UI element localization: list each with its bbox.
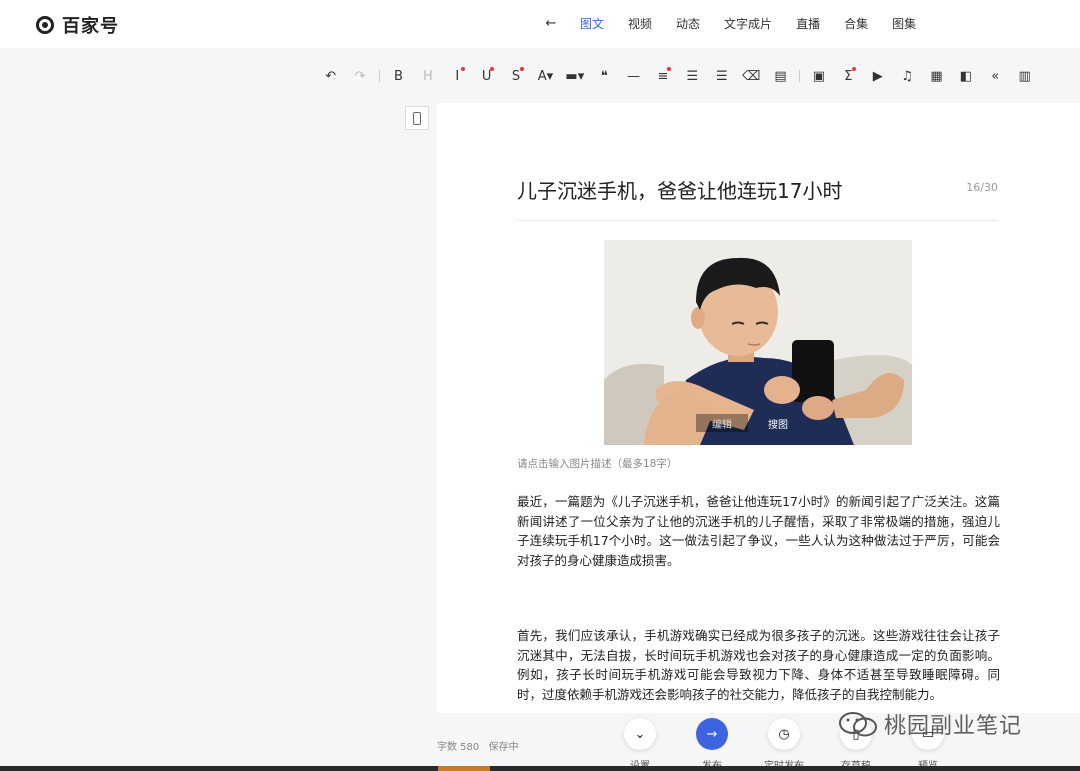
paragraph-1[interactable]: 最近，一篇题为《儿子沉迷手机，爸爸让他连玩17小时》的新闻引起了广泛关注。这篇新… bbox=[517, 492, 1000, 570]
table-icon: ▦ bbox=[930, 68, 943, 84]
quote-icon: ❝ bbox=[600, 68, 608, 84]
tab-video[interactable]: 视频 bbox=[628, 15, 652, 32]
eraser-icon: ⌫ bbox=[741, 68, 761, 84]
toolbar-heading-button[interactable]: H bbox=[413, 64, 442, 88]
toolbar-eraser-button[interactable]: ⌫ bbox=[736, 64, 765, 88]
indicator-dot bbox=[666, 67, 671, 71]
top-bar: 百家号 ← 图文 视频 动态 文字成片 直播 合集 图集 bbox=[0, 0, 1080, 48]
bullet-list-icon: ☰ bbox=[715, 68, 728, 84]
tab-dynamic[interactable]: 动态 bbox=[676, 15, 700, 32]
toolbar-strikethrough-button[interactable]: S bbox=[501, 64, 530, 88]
indicator-dot bbox=[460, 67, 465, 71]
title-char-count: 16/30 bbox=[966, 181, 998, 194]
publish-icon: → bbox=[696, 718, 728, 750]
toolbar-video-button[interactable]: ▶ bbox=[863, 64, 892, 88]
schedule-icon: ◷ bbox=[768, 718, 800, 750]
bold-icon: B bbox=[394, 68, 403, 84]
align-icon: ≡ bbox=[657, 68, 669, 84]
schedule-button[interactable]: ◷定时发布 bbox=[748, 718, 820, 771]
heading-icon: H bbox=[422, 68, 433, 84]
toolbar-italic-button[interactable]: I bbox=[443, 64, 472, 88]
taskbar-active-segment bbox=[438, 766, 490, 771]
phone-icon bbox=[413, 111, 421, 125]
formula-icon: Σ bbox=[844, 68, 853, 84]
toolbar-highlight-button[interactable]: ▬▾ bbox=[560, 64, 589, 88]
toolbar-audio-button[interactable]: ♫ bbox=[892, 64, 921, 88]
settings-button[interactable]: ⌄设置 bbox=[604, 718, 676, 771]
toolbar-code-button[interactable]: « bbox=[981, 64, 1010, 88]
taskbar-strip bbox=[0, 766, 1080, 771]
toolbar-divider bbox=[799, 70, 801, 82]
settings-icon: ⌄ bbox=[624, 718, 656, 750]
article-title[interactable]: 儿子沉迷手机，爸爸让他连玩17小时 bbox=[517, 175, 998, 204]
tab-live[interactable]: 直播 bbox=[796, 15, 820, 32]
toolbar-table-button[interactable]: ▦ bbox=[922, 64, 951, 88]
audio-icon: ♫ bbox=[901, 68, 913, 84]
tab-collection[interactable]: 合集 bbox=[844, 15, 868, 32]
tab-text-to-video[interactable]: 文字成片 bbox=[724, 15, 772, 32]
publish-button[interactable]: →发布 bbox=[676, 718, 748, 771]
redo-icon: ↷ bbox=[354, 68, 366, 84]
word-count-status: 字数 580 保存中 bbox=[437, 738, 518, 753]
toolbar-align-button[interactable]: ≡ bbox=[648, 64, 677, 88]
toolbar-undo-button[interactable]: ↶ bbox=[316, 64, 345, 88]
toolbar-image-button[interactable]: ▣ bbox=[804, 64, 833, 88]
toolbar-font-color-button[interactable]: A▾ bbox=[531, 64, 560, 88]
toolbar-underline-button[interactable]: U bbox=[472, 64, 501, 88]
watermark: 桃园副业笔记 bbox=[838, 708, 1022, 740]
edit-image-button[interactable]: 编辑 bbox=[696, 414, 748, 432]
tab-gallery[interactable]: 图集 bbox=[892, 15, 916, 32]
format-painter-icon: ▤ bbox=[774, 68, 787, 84]
tab-article[interactable]: 图文 bbox=[580, 15, 604, 32]
mobile-preview-button[interactable] bbox=[405, 106, 429, 130]
title-field[interactable]: 儿子沉迷手机，爸爸让他连玩17小时 16/30 bbox=[517, 175, 998, 221]
card-icon: ◧ bbox=[959, 68, 973, 84]
indicator-dot bbox=[519, 67, 524, 71]
horizontal-rule-icon: — bbox=[627, 68, 641, 84]
word-count: 字数 580 bbox=[437, 742, 480, 753]
toolbar-format-painter-button[interactable]: ▤ bbox=[766, 64, 795, 88]
brand-name: 百家号 bbox=[62, 16, 119, 37]
undo-icon: ↶ bbox=[325, 68, 337, 84]
toolbar-card-button[interactable]: ◧ bbox=[951, 64, 980, 88]
indicator-dot bbox=[852, 67, 857, 71]
watermark-text: 桃园副业笔记 bbox=[884, 714, 1023, 739]
toolbar-redo-button[interactable]: ↷ bbox=[345, 64, 374, 88]
toolbar-divider bbox=[378, 70, 380, 82]
toolbar-ordered-list-button[interactable]: ☰ bbox=[678, 64, 707, 88]
paragraph-2[interactable]: 首先，我们应该承认，手机游戏确实已经成为很多孩子的沉迷。这些游戏往往会让孩子沉迷… bbox=[517, 626, 1000, 704]
video-icon: ▶ bbox=[872, 68, 883, 84]
editor-toolbar: ↶ ↷ B H I U S A▾ ▬▾ ❝ — ≡ ☰ ☰ ⌫ ▤ ▣ Σ ▶ ♫ ▦ ◧ « ▥ bbox=[316, 64, 1039, 88]
toolbar-quote-button[interactable]: ❝ bbox=[590, 64, 619, 88]
toolbar-formula-button[interactable]: Σ bbox=[834, 64, 863, 88]
content-type-nav: ← 图文 视频 动态 文字成片 直播 合集 图集 bbox=[538, 15, 940, 32]
back-arrow-icon[interactable]: ← bbox=[538, 16, 564, 31]
toolbar-horizontal-rule-button[interactable]: — bbox=[619, 64, 648, 88]
toolbar-chart-button[interactable]: ▥ bbox=[1010, 64, 1039, 88]
ordered-list-icon: ☰ bbox=[686, 68, 699, 84]
image-caption-input[interactable]: 请点击输入图片描述（最多18字） bbox=[517, 456, 677, 471]
search-image-button[interactable]: 搜图 bbox=[758, 414, 798, 432]
toolbar-bullet-list-button[interactable]: ☰ bbox=[707, 64, 736, 88]
editor-canvas: 儿子沉迷手机，爸爸让他连玩17小时 16/30 编辑 搜图 请点击输入图片描述（… bbox=[437, 103, 1080, 713]
image-icon: ▣ bbox=[812, 68, 826, 84]
image-action-buttons: 编辑 搜图 bbox=[696, 414, 798, 432]
strikethrough-icon: S bbox=[511, 68, 521, 84]
save-status: 保存中 bbox=[488, 742, 519, 753]
highlight-icon: ▬▾ bbox=[565, 68, 585, 84]
wechat-icon bbox=[839, 712, 877, 737]
toolbar-bold-button[interactable]: B bbox=[384, 64, 413, 88]
font-color-icon: A▾ bbox=[537, 68, 554, 84]
chart-icon: ▥ bbox=[1018, 68, 1031, 84]
underline-icon: U bbox=[481, 68, 492, 84]
italic-icon: I bbox=[455, 68, 460, 84]
brand-logo[interactable]: 百家号 bbox=[36, 12, 119, 38]
code-icon: « bbox=[991, 68, 1000, 84]
baijiahao-logo-icon bbox=[36, 16, 54, 34]
indicator-dot bbox=[490, 67, 495, 71]
article-image[interactable]: 编辑 搜图 bbox=[604, 240, 912, 445]
